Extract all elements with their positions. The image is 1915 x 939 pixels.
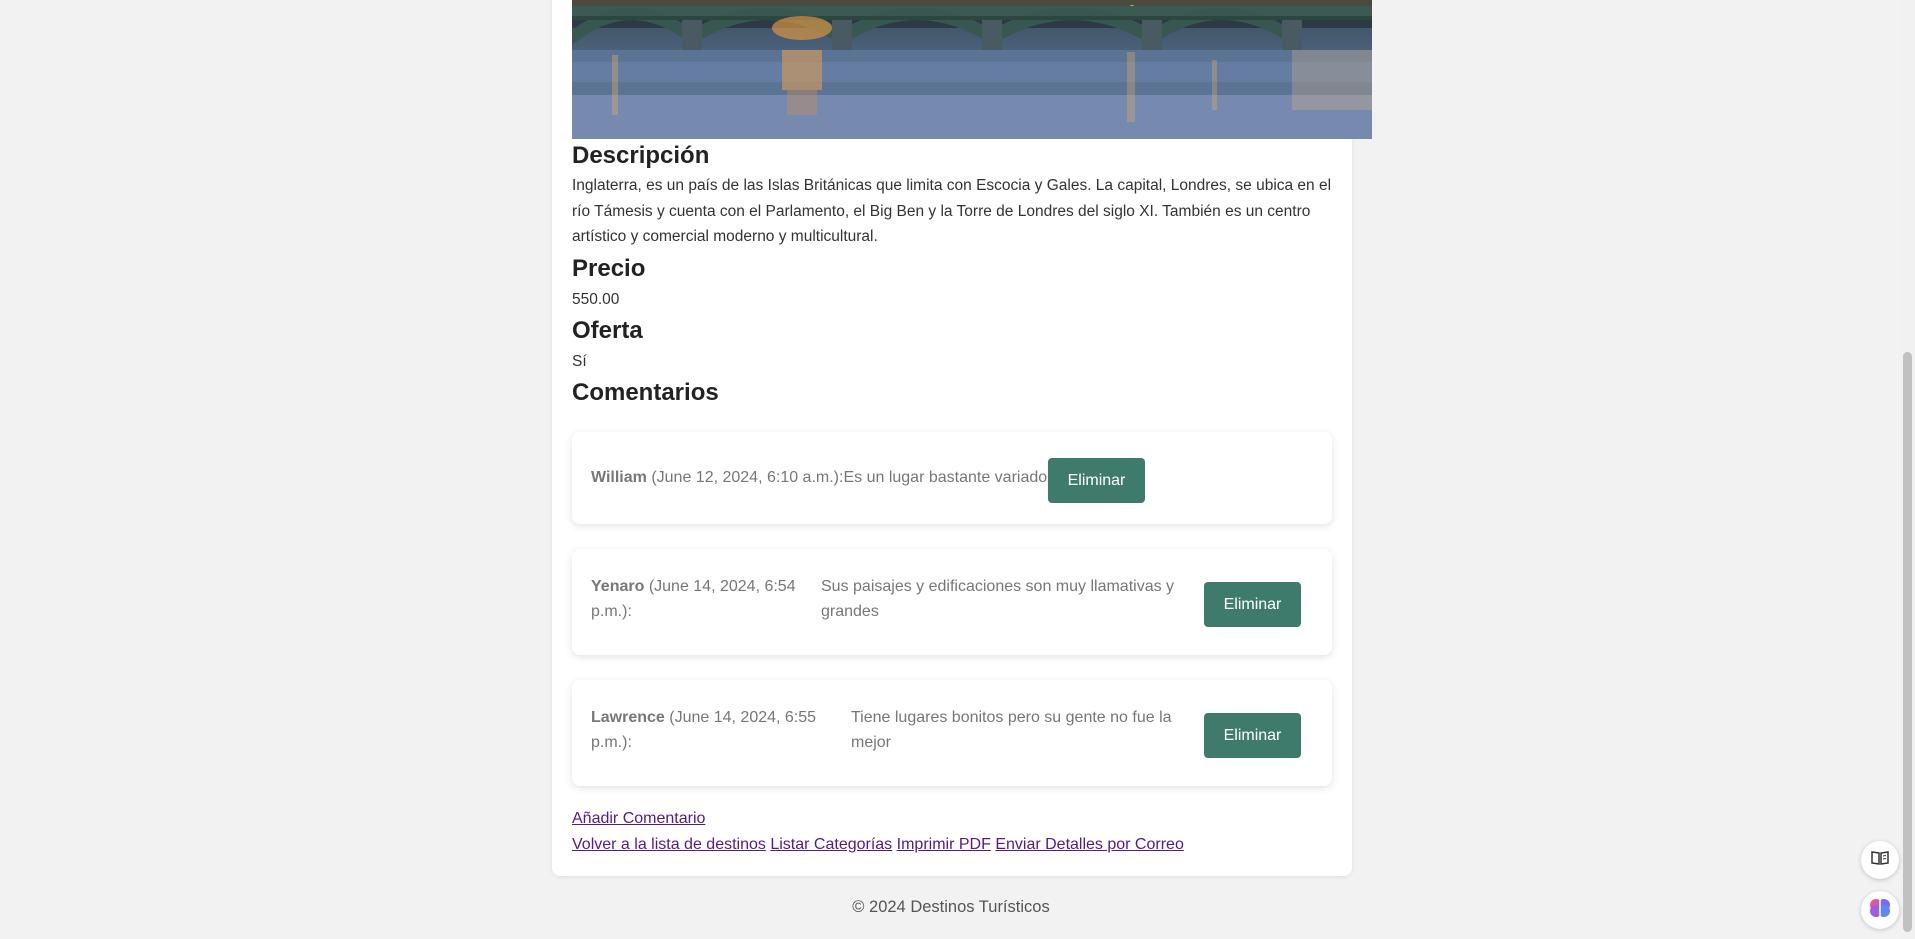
print-pdf-link[interactable]: Imprimir PDF (897, 836, 991, 853)
comment-card: Yenaro (June 14, 2024, 6:54 p.m.): Sus p… (572, 549, 1332, 655)
price-heading: Precio (572, 254, 646, 282)
comment-author: Yenaro (591, 578, 645, 595)
description-heading: Descripción (572, 142, 710, 169)
comment-card: William (June 12, 2024, 6:10 a.m.):Es un… (572, 432, 1332, 524)
delete-comment-button[interactable]: Eliminar (1048, 458, 1145, 503)
description-text: Inglaterra, es un país de las Islas Brit… (572, 177, 1332, 245)
offer-heading: Oferta (572, 316, 643, 344)
reader-mode-button[interactable] (1861, 841, 1899, 879)
comment-header: William (June 12, 2024, 6:10 a.m.):Es un… (591, 465, 1047, 490)
comment-author: William (591, 469, 647, 486)
price-value: 550.00 (572, 290, 620, 308)
back-to-list-link[interactable]: Volver a la lista de destinos (572, 836, 766, 853)
destination-image (572, 0, 1372, 139)
scrollbar[interactable] (1900, 0, 1915, 939)
comment-card: Lawrence (June 14, 2024, 6:55 p.m.): Tie… (572, 680, 1332, 786)
comment-header: Yenaro (June 14, 2024, 6:54 p.m.): (591, 574, 806, 624)
comments-heading: Comentarios (572, 378, 719, 406)
comment-date: (June 12, 2024, 6:10 a.m.): (651, 469, 844, 486)
page: Descripción Inglaterra, es un país de la… (0, 0, 1915, 939)
assistant-button[interactable] (1861, 891, 1899, 929)
footer-text: © 2024 Destinos Turísticos (852, 898, 1050, 916)
scrollbar-thumb[interactable] (1903, 352, 1912, 932)
list-categories-link[interactable]: Listar Categorías (770, 836, 892, 853)
brain-icon (1868, 896, 1892, 925)
comment-text: Sus paisajes y edificaciones son muy lla… (821, 578, 1175, 620)
comment-header: Lawrence (June 14, 2024, 6:55 p.m.): (591, 705, 821, 755)
comment-author: Lawrence (591, 709, 665, 726)
delete-comment-button[interactable]: Eliminar (1204, 713, 1301, 758)
offer-value: Sí (572, 352, 587, 370)
add-comment-row: Añadir Comentario (572, 806, 705, 832)
comment-text: Tiene lugares bonitos pero su gente no f… (851, 709, 1172, 751)
send-email-link[interactable]: Enviar Detalles por Correo (995, 836, 1184, 853)
action-links: Volver a la lista de destinos Listar Cat… (572, 832, 1184, 858)
book-open-icon (1871, 850, 1889, 871)
destination-details: Descripción Inglaterra, es un país de la… (572, 139, 1342, 410)
add-comment-link[interactable]: Añadir Comentario (572, 810, 705, 827)
comment-text: Es un lugar bastante variado (843, 469, 1048, 486)
delete-comment-button[interactable]: Eliminar (1204, 582, 1301, 627)
